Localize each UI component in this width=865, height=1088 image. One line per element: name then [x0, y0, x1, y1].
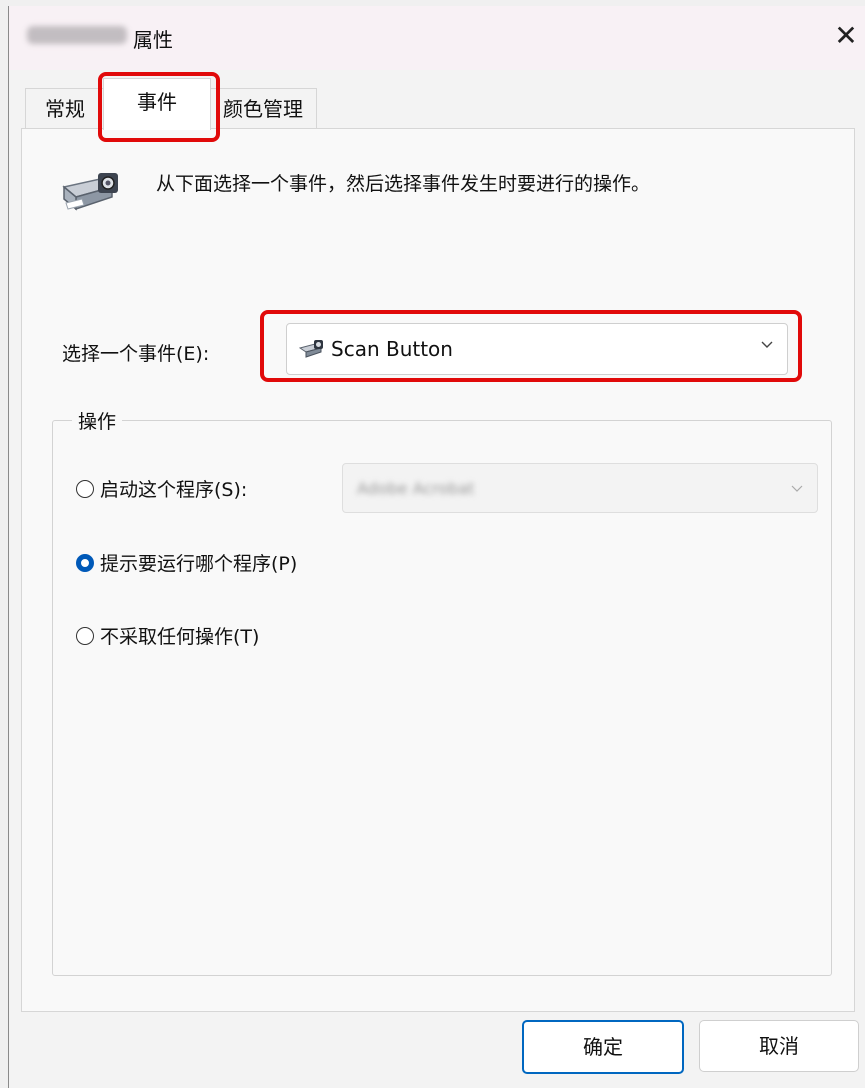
events-panel: 从下面选择一个事件，然后选择事件发生时要进行的操作。 选择一个事件(E): Sc…	[21, 128, 855, 1012]
radio-button[interactable]	[76, 553, 94, 572]
tab-color-management[interactable]: 颜色管理	[209, 88, 317, 129]
cancel-button[interactable]: 取消	[699, 1020, 859, 1072]
radio-take-no-action[interactable]: 不采取任何操作(T)	[76, 622, 259, 649]
program-select-value-blurred: Adobe Acrobat	[357, 479, 475, 498]
radio-label: 提示要运行哪个程序(P)	[100, 553, 298, 575]
event-select-label: 选择一个事件(E):	[62, 343, 210, 365]
tab-general[interactable]: 常规	[25, 88, 105, 129]
radio-label: 不采取任何操作(T)	[100, 626, 260, 648]
event-select[interactable]: Scan Button	[286, 323, 788, 375]
chevron-down-icon	[791, 485, 803, 492]
radio-prompt-program[interactable]: 提示要运行哪个程序(P)	[76, 549, 297, 576]
chevron-down-icon	[761, 341, 773, 348]
radio-label: 启动这个程序(S):	[100, 479, 248, 501]
radio-button[interactable]	[76, 626, 94, 645]
properties-dialog: 属性 ✕ 常规 事件 颜色管理 从下面选择一个事件，然后选择事件发生时要进行的操…	[8, 6, 865, 1088]
scanner-icon	[299, 340, 323, 358]
program-select: Adobe Acrobat	[342, 463, 818, 513]
event-select-value: Scan Button	[331, 337, 453, 361]
actions-group-title: 操作	[72, 407, 123, 434]
radio-start-program[interactable]: 启动这个程序(S):	[76, 475, 247, 502]
close-button[interactable]: ✕	[826, 16, 865, 56]
ok-button[interactable]: 确定	[522, 1020, 684, 1074]
tab-events[interactable]: 事件	[103, 78, 211, 130]
window-title: 属性	[133, 28, 173, 52]
radio-button[interactable]	[76, 479, 94, 498]
close-icon: ✕	[834, 19, 858, 52]
description-text: 从下面选择一个事件，然后选择事件发生时要进行的操作。	[156, 173, 651, 195]
device-name-blurred	[27, 26, 127, 44]
title-bar[interactable]: 属性 ✕	[9, 6, 865, 70]
scanner-icon	[62, 173, 118, 211]
